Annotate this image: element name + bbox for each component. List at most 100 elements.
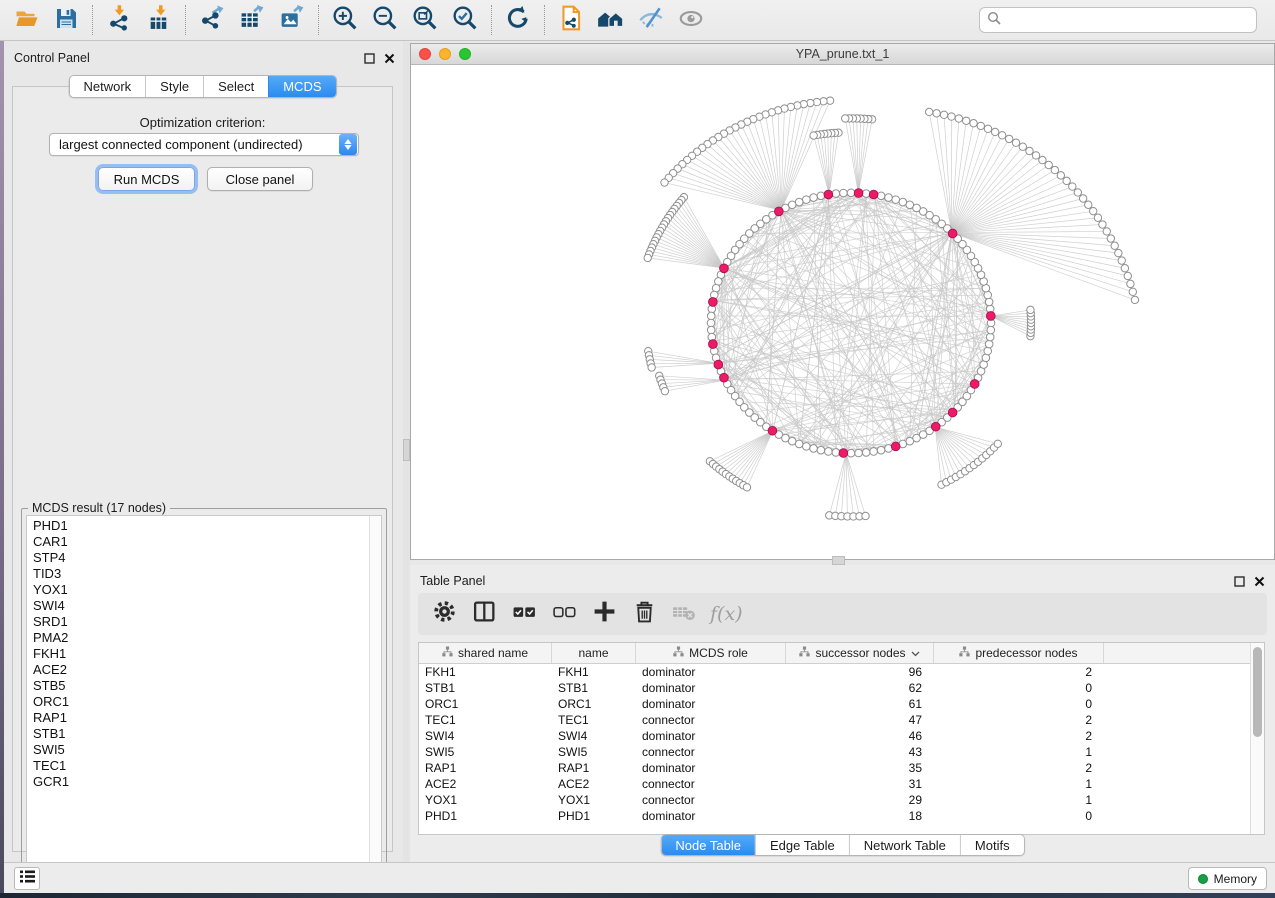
network-node[interactable] <box>998 132 1005 139</box>
network-dominator-node[interactable] <box>774 207 783 216</box>
network-node[interactable] <box>644 254 651 261</box>
mcds-result-node[interactable]: CAR1 <box>33 534 369 550</box>
table-cell[interactable]: 0 <box>934 680 1104 696</box>
table-row[interactable]: SWI4SWI4dominator462 <box>419 728 1250 744</box>
table-cell[interactable]: FKH1 <box>552 664 636 680</box>
network-node[interactable] <box>986 333 994 341</box>
table-cell[interactable]: 47 <box>786 712 934 728</box>
network-dominator-node[interactable] <box>720 373 729 382</box>
mcds-list-scrollbar[interactable] <box>369 516 381 874</box>
network-node[interactable] <box>810 132 817 139</box>
sort-chevron-icon[interactable] <box>911 646 920 660</box>
network-node[interactable] <box>1079 195 1086 202</box>
table-cell[interactable]: 29 <box>786 792 934 808</box>
table-cell[interactable]: PHD1 <box>552 808 636 824</box>
table-cell[interactable]: 0 <box>934 696 1104 712</box>
network-node[interactable] <box>948 113 955 120</box>
network-node[interactable] <box>840 189 848 197</box>
table-cell[interactable]: YOX1 <box>419 792 552 808</box>
network-node[interactable] <box>1045 161 1052 168</box>
network-node[interactable] <box>1005 135 1012 142</box>
table-cell[interactable]: SWI5 <box>552 744 636 760</box>
table-cell[interactable]: TEC1 <box>419 712 552 728</box>
delete-columns-button[interactable] <box>628 598 660 630</box>
network-node[interactable] <box>847 449 855 457</box>
network-node[interactable] <box>842 115 849 122</box>
network-node[interactable] <box>1099 221 1106 228</box>
zoom-selected-button[interactable] <box>445 3 485 37</box>
table-cell[interactable]: SWI4 <box>552 728 636 744</box>
mcds-result-node[interactable]: STB1 <box>33 726 369 742</box>
table-cell[interactable]: ACE2 <box>552 776 636 792</box>
network-node[interactable] <box>795 198 803 206</box>
mcds-result-node[interactable]: GCR1 <box>33 774 369 790</box>
table-row[interactable]: STB1STB1dominator620 <box>419 680 1250 696</box>
network-node[interactable] <box>862 512 869 519</box>
mcds-result-node[interactable]: SWI5 <box>33 742 369 758</box>
network-node[interactable] <box>1118 257 1125 264</box>
mcds-result-node[interactable]: FKH1 <box>33 646 369 662</box>
show-columns-button[interactable] <box>468 598 500 630</box>
network-node[interactable] <box>832 449 840 457</box>
table-cell[interactable]: STB1 <box>419 680 552 696</box>
network-node[interactable] <box>855 449 863 457</box>
network-dominator-node[interactable] <box>824 190 833 199</box>
mcds-result-node[interactable]: RAP1 <box>33 710 369 726</box>
table-row[interactable]: RAP1RAP1dominator352 <box>419 760 1250 776</box>
tab-select[interactable]: Select <box>203 76 268 97</box>
network-node[interactable] <box>810 194 818 202</box>
table-cell[interactable]: 43 <box>786 744 934 760</box>
network-node[interactable] <box>885 194 893 202</box>
network-node[interactable] <box>1032 152 1039 159</box>
table-cell[interactable]: dominator <box>636 808 786 824</box>
network-node[interactable] <box>987 326 995 334</box>
mcds-result-list[interactable]: PHD1CAR1STP4TID3YOX1SWI4SRD1PMA2FKH1ACE2… <box>26 515 382 875</box>
network-node[interactable] <box>870 448 878 456</box>
table-scrollbar-thumb[interactable] <box>1253 647 1262 737</box>
table-cell[interactable]: connector <box>636 744 786 760</box>
close-panel-button[interactable]: Close panel <box>207 167 313 191</box>
network-node[interactable] <box>994 440 1001 447</box>
network-node[interactable] <box>985 298 993 306</box>
column-header-predecessor-nodes[interactable]: predecessor nodes <box>934 643 1104 663</box>
optimization-criterion-select[interactable]: largest connected component (undirected) <box>49 133 359 156</box>
network-dominator-node[interactable] <box>948 229 957 238</box>
save-session-button[interactable] <box>46 3 86 37</box>
network-canvas[interactable] <box>411 65 1274 559</box>
network-node[interactable] <box>1069 183 1076 190</box>
horizontal-splitter-grip[interactable] <box>832 556 845 565</box>
hide-selected-button[interactable] <box>631 3 671 37</box>
network-node[interactable] <box>1115 249 1122 256</box>
network-node[interactable] <box>1127 280 1134 287</box>
network-node[interactable] <box>1103 228 1110 235</box>
table-row[interactable]: PHD1PHD1dominator180 <box>419 808 1250 824</box>
column-header-name[interactable]: name <box>552 643 636 663</box>
network-node[interactable] <box>892 196 900 204</box>
vertical-splitter[interactable] <box>403 41 410 862</box>
table-cell[interactable]: 1 <box>934 744 1104 760</box>
network-node[interactable] <box>933 110 940 117</box>
table-row[interactable]: ACE2ACE2connector311 <box>419 776 1250 792</box>
network-node[interactable] <box>925 108 932 115</box>
mcds-result-node[interactable]: ORC1 <box>33 694 369 710</box>
network-dominator-node[interactable] <box>970 380 979 389</box>
network-dominator-node[interactable] <box>869 190 878 199</box>
network-node[interactable] <box>788 437 796 445</box>
network-node[interactable] <box>1039 156 1046 163</box>
table-row[interactable]: ORC1ORC1dominator610 <box>419 696 1250 712</box>
network-document-button[interactable] <box>551 3 591 37</box>
task-history-button[interactable] <box>14 867 40 890</box>
network-node[interactable] <box>795 440 803 448</box>
close-panel-icon[interactable] <box>1254 576 1265 587</box>
table-cell[interactable]: dominator <box>636 680 786 696</box>
network-node[interactable] <box>810 445 818 453</box>
network-node[interactable] <box>991 128 998 135</box>
network-node[interactable] <box>1074 189 1081 196</box>
network-node[interactable] <box>1085 201 1092 208</box>
network-node[interactable] <box>1121 265 1128 272</box>
table-cell[interactable]: dominator <box>636 760 786 776</box>
open-file-button[interactable] <box>6 3 46 37</box>
network-node[interactable] <box>1051 166 1058 173</box>
search-input[interactable] <box>1006 13 1249 27</box>
network-node[interactable] <box>1019 143 1026 150</box>
